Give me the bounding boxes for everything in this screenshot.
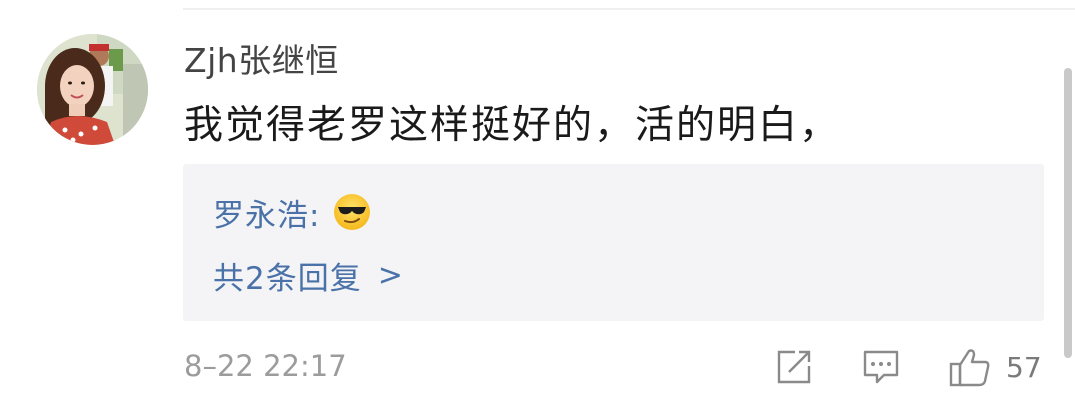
comment-icon (863, 350, 899, 384)
like-count: 57 (1006, 350, 1042, 384)
chevron-right-icon: > (377, 257, 404, 293)
scrollbar[interactable] (1064, 68, 1072, 358)
view-replies-link[interactable]: 共2条回复 > (213, 255, 404, 297)
share-icon (777, 350, 811, 384)
reply-author[interactable]: 罗永浩: (213, 190, 320, 235)
timestamp: 8–22 22:17 (184, 349, 347, 383)
divider (183, 8, 1075, 10)
reply-preview-line: 罗永浩: (213, 190, 372, 235)
reply-count-label: 共2条回复 (213, 260, 362, 297)
comment-card: Zjh张继恒 我觉得老罗这样挺好的，活的明白， 罗永浩: 共2条回复 > 8–2… (0, 0, 1075, 413)
share-button[interactable] (775, 346, 813, 388)
comment-text: 我觉得老罗这样挺好的，活的明白， (184, 103, 841, 148)
like-button[interactable]: 57 (948, 346, 1042, 388)
username[interactable]: Zjh张继恒 (184, 40, 339, 82)
sunglasses-emoji-icon (332, 192, 372, 232)
avatar[interactable] (37, 34, 148, 145)
thumbs-up-icon (949, 349, 990, 387)
user-photo-avatar-icon (37, 34, 148, 145)
comment-button[interactable] (862, 346, 900, 388)
reply-preview-box[interactable]: 罗永浩: 共2条回复 > (183, 164, 1044, 321)
